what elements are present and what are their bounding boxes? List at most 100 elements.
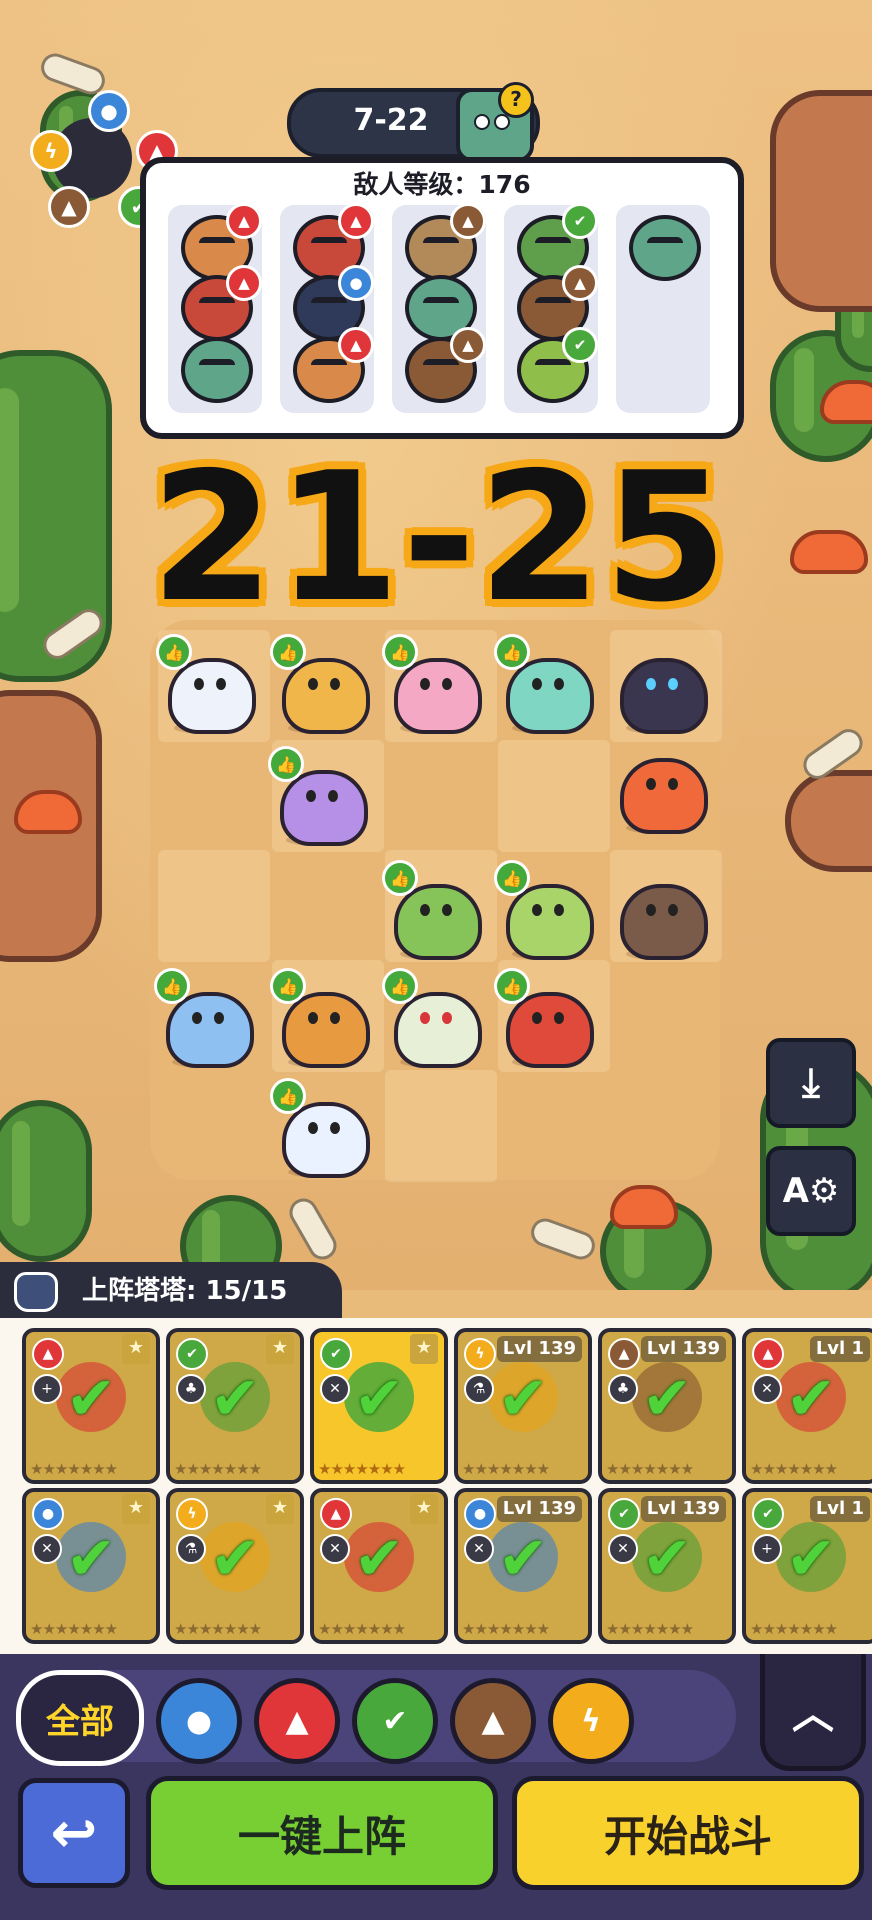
fire-icon: ▲ bbox=[338, 327, 374, 363]
deployed-check-icon: ✔ bbox=[497, 1364, 549, 1434]
fire-icon: ▲ bbox=[338, 203, 374, 239]
pet-card[interactable]: ● ✕ Lvl 139 ✔ ★★★★★★★ bbox=[454, 1488, 592, 1644]
bottom-bar: 全部 ● ▲ ✔ ▲ ϟ ︿ ↩ 一键上阵 开始战斗 bbox=[0, 1654, 872, 1920]
filter-fire-button[interactable]: ▲ bbox=[254, 1678, 340, 1764]
water-drop-icon: ● bbox=[88, 90, 130, 132]
pet-leaf-duck[interactable]: 👍 bbox=[494, 860, 594, 962]
return-arrow-icon: ↩ bbox=[50, 1800, 98, 1866]
hollow-log bbox=[785, 770, 872, 872]
pet-pink-axolotl[interactable]: 👍 bbox=[382, 634, 482, 736]
pet-card[interactable]: ✔ ♣ ★ ✔ ★★★★★★★ bbox=[166, 1328, 304, 1484]
pet-ghost-bunny[interactable]: 👍 bbox=[270, 1078, 370, 1180]
star-rating: ★★★★★★★ bbox=[606, 1460, 694, 1478]
filter-all-button[interactable]: 全部 bbox=[16, 1670, 144, 1766]
start-battle-button[interactable]: 开始战斗 bbox=[512, 1776, 864, 1890]
filter-thunder-button[interactable]: ϟ bbox=[548, 1678, 634, 1764]
cactus-flower bbox=[610, 1185, 678, 1229]
role-icon: ✕ bbox=[320, 1374, 350, 1404]
pet-radish-nest[interactable]: 👍 bbox=[382, 968, 482, 1070]
pet-monkey[interactable] bbox=[612, 866, 708, 962]
enemy-column: ▲ ● ▲ bbox=[280, 203, 374, 413]
element-filter-bar: 全部 ● ▲ ✔ ▲ ϟ bbox=[16, 1670, 736, 1766]
enemy-panel: 敌人等级：176 ▲ ▲ ▲ ● ▲ ▲ ▲ ✔ ▲ ✔ bbox=[140, 157, 744, 439]
leaf-icon: ✔ bbox=[752, 1498, 784, 1530]
pet-card[interactable]: ✔ ✕ ★ ✔ ★★★★★★★ bbox=[310, 1328, 448, 1484]
thumbs-up-icon: 👍 bbox=[154, 968, 190, 1004]
filter-earth-button[interactable]: ▲ bbox=[450, 1678, 536, 1764]
cactus-flower bbox=[14, 790, 82, 834]
leaf-icon: ✔ bbox=[562, 203, 598, 239]
stage-level: 7-22 bbox=[353, 103, 429, 138]
filter-grass-button[interactable]: ✔ bbox=[352, 1678, 438, 1764]
cactus-flower bbox=[790, 530, 868, 574]
pet-fire-bird[interactable] bbox=[612, 740, 708, 836]
pet-lion[interactable]: 👍 bbox=[270, 634, 370, 736]
pet-red-fox[interactable]: 👍 bbox=[494, 968, 594, 1070]
pet-level: Lvl 1 bbox=[809, 1496, 870, 1522]
mountain-icon: ▲ bbox=[450, 327, 486, 363]
star-rating: ★★★★★★★ bbox=[30, 1620, 118, 1638]
auto-deploy-button[interactable]: 一键上阵 bbox=[146, 1776, 498, 1890]
bookmark-star-icon: ★ bbox=[122, 1494, 150, 1524]
lightning-icon: ϟ bbox=[30, 130, 72, 172]
back-button[interactable]: ↩ bbox=[18, 1778, 130, 1888]
pet-card[interactable]: ▲ + ★ ✔ ★★★★★★★ bbox=[22, 1328, 160, 1484]
deployed-check-icon: ✔ bbox=[785, 1364, 837, 1434]
pet-purple-star-bunny[interactable]: 👍 bbox=[268, 746, 368, 848]
star-rating: ★★★★★★★ bbox=[318, 1460, 406, 1478]
enemy-column bbox=[616, 205, 710, 413]
thumbs-up-icon: 👍 bbox=[156, 634, 192, 670]
filter-water-button[interactable]: ● bbox=[156, 1678, 242, 1764]
pet-level: Lvl 1 bbox=[809, 1336, 870, 1362]
pet-polar-bear[interactable]: 👍 bbox=[156, 634, 256, 736]
pet-card[interactable]: ● ✕ ★ ✔ ★★★★★★★ bbox=[22, 1488, 160, 1644]
role-icon: + bbox=[32, 1374, 62, 1404]
deployed-check-icon: ✔ bbox=[65, 1364, 117, 1434]
deployed-count: 上阵塔塔: 15/15 bbox=[82, 1276, 288, 1306]
fire-icon: ▲ bbox=[320, 1498, 352, 1530]
role-icon: ✕ bbox=[464, 1534, 494, 1564]
role-icon: ⚗ bbox=[176, 1534, 206, 1564]
thumbs-up-icon: 👍 bbox=[382, 860, 418, 896]
pet-dark-cat[interactable] bbox=[612, 640, 708, 736]
enemy-avatar[interactable] bbox=[629, 215, 701, 281]
lightning-icon: ϟ bbox=[176, 1498, 208, 1530]
deployed-check-icon: ✔ bbox=[209, 1524, 261, 1594]
enemy-avatar[interactable] bbox=[181, 337, 253, 403]
pet-card[interactable]: ▲ ✕ Lvl 1 ✔ ★★★★★★★ bbox=[742, 1328, 872, 1484]
star-rating: ★★★★★★★ bbox=[30, 1460, 118, 1478]
fire-icon: ▲ bbox=[226, 203, 262, 239]
auto-settings-button[interactable]: A⚙ bbox=[766, 1146, 856, 1236]
pet-green-lizard[interactable]: 👍 bbox=[382, 860, 482, 962]
mountain-icon: ▲ bbox=[48, 186, 90, 228]
role-icon: ✕ bbox=[608, 1534, 638, 1564]
star-rating: ★★★★★★★ bbox=[174, 1620, 262, 1638]
pet-slime[interactable]: 👍 bbox=[494, 634, 594, 736]
deployed-check-icon: ✔ bbox=[353, 1364, 405, 1434]
lightning-icon: ϟ bbox=[464, 1338, 496, 1370]
role-icon: ⚗ bbox=[464, 1374, 494, 1404]
pet-card[interactable]: ▲ ✕ ★ ✔ ★★★★★★★ bbox=[310, 1488, 448, 1644]
bone bbox=[284, 1193, 342, 1265]
deployed-check-icon: ✔ bbox=[497, 1524, 549, 1594]
pet-card[interactable]: ϟ ⚗ Lvl 139 ✔ ★★★★★★★ bbox=[454, 1328, 592, 1484]
cactus bbox=[0, 1100, 92, 1262]
pet-card[interactable]: ▲ ♣ Lvl 139 ✔ ★★★★★★★ bbox=[598, 1328, 736, 1484]
pet-level: Lvl 139 bbox=[496, 1496, 582, 1522]
role-icon: ♣ bbox=[176, 1374, 206, 1404]
pet-card[interactable]: ϟ ⚗ ★ ✔ ★★★★★★★ bbox=[166, 1488, 304, 1644]
deployed-check-icon: ✔ bbox=[209, 1364, 261, 1434]
leaf-icon: ✔ bbox=[608, 1498, 640, 1530]
collapse-button[interactable]: ︿ bbox=[760, 1654, 866, 1771]
pet-card[interactable]: ✔ ✕ Lvl 139 ✔ ★★★★★★★ bbox=[598, 1488, 736, 1644]
boss-avatar[interactable]: ? bbox=[456, 82, 534, 162]
pet-corgi[interactable]: 👍 bbox=[270, 968, 370, 1070]
fire-icon: ▲ bbox=[285, 1703, 309, 1739]
pet-level: Lvl 139 bbox=[640, 1336, 726, 1362]
bookmark-star-icon: ★ bbox=[266, 1494, 294, 1524]
save-formation-button[interactable]: ⤓ bbox=[766, 1038, 856, 1128]
role-icon: ✕ bbox=[32, 1534, 62, 1564]
pet-card[interactable]: ✔ + Lvl 1 ✔ ★★★★★★★ bbox=[742, 1488, 872, 1644]
pet-ice-dragon[interactable]: 👍 bbox=[154, 968, 254, 1070]
enemy-column: ▲ ▲ bbox=[392, 203, 486, 413]
